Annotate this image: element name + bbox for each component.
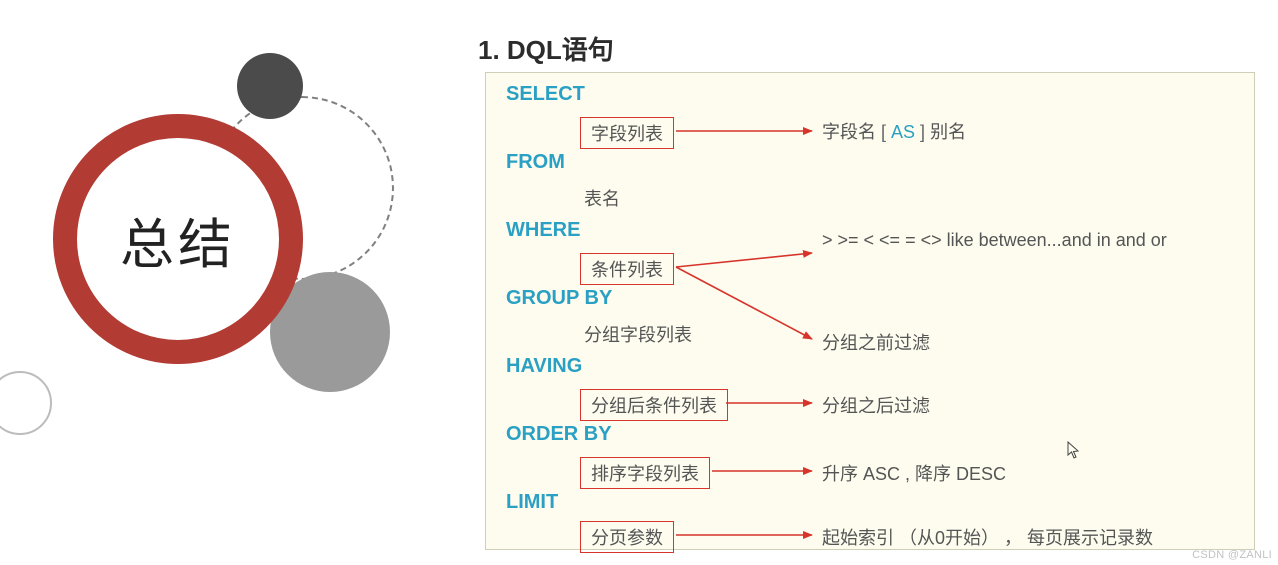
sql-diagram-panel: SELECT 字段列表 字段名 [ AS ] 别名 FROM 表名 WHERE … xyxy=(485,72,1255,550)
desc-limit: 起始索引 （从0开始） ， 每页展示记录数 xyxy=(822,524,1153,550)
desc-having: 分组之后过滤 xyxy=(822,392,930,418)
sub-table-name: 表名 xyxy=(584,185,620,211)
keyword-select: SELECT xyxy=(506,83,585,106)
box-conditions: 条件列表 xyxy=(580,253,674,285)
desc-where-filter: 分组之前过滤 xyxy=(822,329,930,355)
section-title: 1. DQL语句 xyxy=(478,30,614,67)
keyword-having: HAVING xyxy=(506,355,582,378)
desc-where-ops: > >= < <= = <> like between...and in and… xyxy=(822,225,1167,255)
stage: 总结 1. DQL语句 SELECT 字段列表 字段名 [ AS ] 别名 FR… xyxy=(0,0,1278,565)
watermark: CSDN @ZANLI xyxy=(1192,549,1272,561)
box-fields: 字段列表 xyxy=(580,117,674,149)
keyword-orderby: ORDER BY xyxy=(506,423,612,446)
summary-label: 总结 xyxy=(120,200,236,279)
box-order-list: 排序字段列表 xyxy=(580,457,710,489)
circle-dark-small xyxy=(237,53,303,119)
keyword-groupby: GROUP BY xyxy=(506,287,612,310)
desc-fields: 字段名 [ AS ] 别名 xyxy=(822,118,966,144)
desc-order: 升序 ASC , 降序 DESC xyxy=(822,460,1006,486)
keyword-from: FROM xyxy=(506,151,565,174)
sub-group-fields: 分组字段列表 xyxy=(584,321,692,347)
summary-circle: 总结 xyxy=(53,114,303,364)
keyword-where: WHERE xyxy=(506,219,580,242)
box-page-params: 分页参数 xyxy=(580,521,674,553)
keyword-limit: LIMIT xyxy=(506,491,558,514)
circle-outline-small xyxy=(0,371,52,435)
box-having-list: 分组后条件列表 xyxy=(580,389,728,421)
